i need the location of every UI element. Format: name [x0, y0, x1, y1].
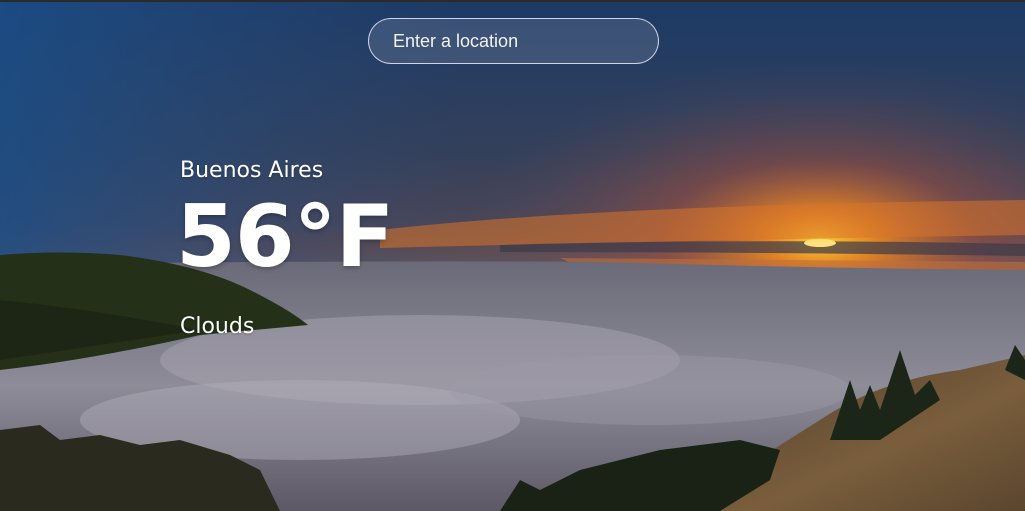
weather-condition: Clouds	[180, 314, 255, 339]
location-search-input[interactable]	[368, 18, 659, 64]
background-landscape-image	[0, 0, 1025, 511]
window-top-border	[0, 0, 1025, 2]
temperature-value: 56°F	[176, 187, 394, 287]
city-name: Buenos Aires	[180, 158, 324, 183]
